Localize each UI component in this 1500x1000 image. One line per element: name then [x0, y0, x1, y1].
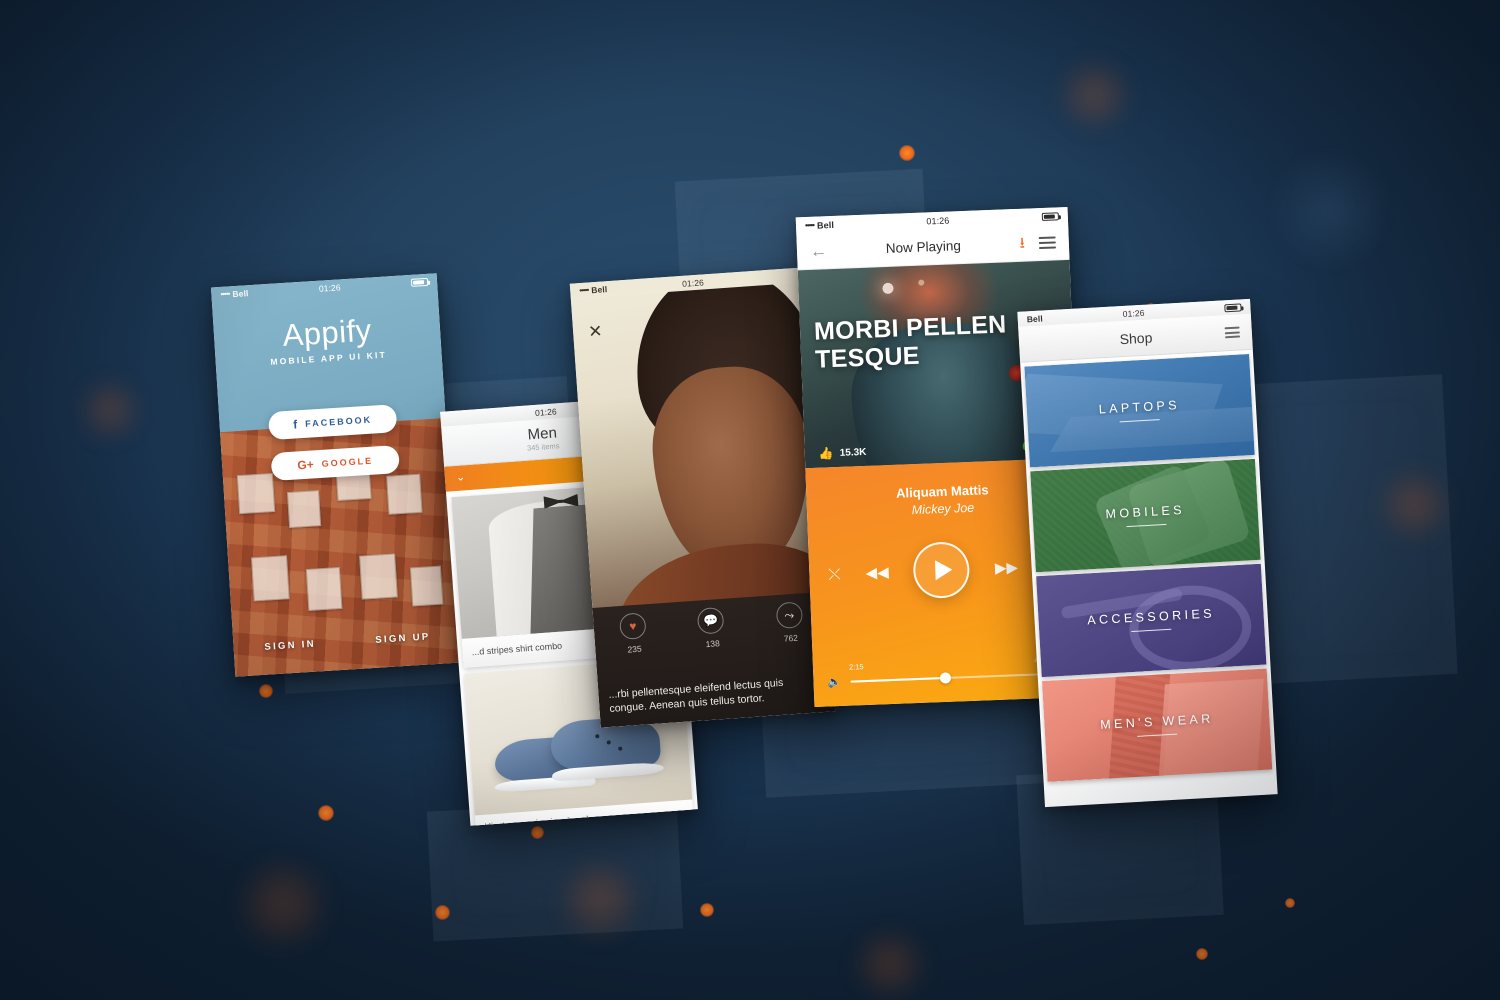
category-tile-laptops[interactable]: LAPTOPS — [1024, 354, 1255, 468]
player-nav-actions: ⭳ — [1019, 234, 1057, 252]
bokeh-glow — [238, 860, 328, 950]
google-label: GOOGLE — [321, 455, 374, 469]
bokeh-dot — [1285, 898, 1295, 908]
phone-shop-categories-screen: Bell 01:26 Shop LAPTOPS MOBILES ACCESSOR… — [1017, 298, 1278, 808]
bokeh-dot — [259, 684, 273, 698]
social-footer: ♥ 235 💬 138 ⤳ 762 ...rbi pellentesque el… — [592, 591, 836, 728]
bokeh-glow — [80, 380, 140, 440]
category-label: MOBILES — [1105, 503, 1185, 529]
back-arrow-icon[interactable]: ← — [810, 241, 828, 261]
bokeh-glow — [1270, 150, 1390, 270]
status-carrier: Bell — [1026, 313, 1043, 324]
social-login-buttons: f FACEBOOK G+ GOOGLE — [219, 401, 450, 497]
battery-icon — [410, 277, 429, 287]
google-plus-icon: G+ — [296, 457, 315, 473]
status-carrier: ••••• Bell — [805, 219, 834, 230]
stat-comments[interactable]: 💬 138 — [671, 605, 752, 651]
likes-count: 235 — [627, 643, 642, 655]
status-time: 01:26 — [318, 281, 341, 294]
category-label: LAPTOPS — [1098, 398, 1180, 424]
seek-area: 2:15 4:28 🔈 🔊 — [827, 654, 1071, 689]
thumbs-up-icon: 👍 — [818, 446, 834, 461]
post-caption: ...rbi pellentesque eleifend lectus quis… — [608, 677, 784, 716]
close-icon[interactable]: ✕ — [588, 322, 604, 342]
google-login-button[interactable]: G+ GOOGLE — [270, 445, 400, 482]
scene-canvas: ••••• Bell 01:26 Appify MOBILE APP UI KI… — [0, 0, 1500, 1000]
previous-icon[interactable]: ◀◀ — [865, 563, 889, 582]
shop-title: Shop — [1119, 328, 1153, 347]
current-time: 2:15 — [848, 662, 864, 672]
carrier-label: Bell — [816, 219, 835, 231]
player-title: Now Playing — [885, 238, 962, 256]
bokeh-glow — [1060, 60, 1130, 130]
phone-social-screen: ••••• Bell 01:26 ✕ ♥ 235 💬 138 ⤳ 762 ...… — [569, 267, 836, 728]
category-tile-mens-wear[interactable]: MEN'S WEAR — [1041, 668, 1273, 782]
next-icon[interactable]: ▶▶ — [995, 558, 1019, 577]
menu-icon[interactable] — [1038, 235, 1057, 249]
stat-likes[interactable]: ♥ 235 — [593, 610, 674, 656]
likes-stat[interactable]: 👍 15.3K — [819, 445, 867, 461]
play-button[interactable] — [912, 540, 971, 600]
status-time: 01:26 — [681, 276, 705, 289]
bokeh-dot — [1196, 948, 1208, 960]
bokeh-dot — [318, 805, 334, 821]
status-time: 01:26 — [534, 405, 558, 418]
play-icon — [935, 559, 954, 581]
share-icon: ⤳ — [775, 601, 804, 630]
bokeh-dot — [700, 903, 714, 917]
comment-icon: 💬 — [697, 606, 725, 635]
bokeh-dot — [899, 145, 915, 161]
carrier-label: Bell — [232, 287, 249, 299]
carrier-label: Bell — [590, 283, 608, 295]
bokeh-glow — [855, 930, 925, 1000]
download-icon[interactable]: ⭳ — [1019, 235, 1025, 252]
heart-icon: ♥ — [619, 612, 647, 641]
carrier-label: Bell — [1026, 312, 1043, 324]
status-time: 01:26 — [1122, 307, 1145, 319]
battery-icon — [1041, 211, 1059, 221]
status-carrier: ••••• Bell — [579, 284, 608, 296]
phone-login-screen: ••••• Bell 01:26 Appify MOBILE APP UI KI… — [210, 273, 462, 677]
signal-dots-icon: ••••• — [578, 285, 589, 296]
category-tile-accessories[interactable]: ACCESSORIES — [1036, 563, 1267, 678]
status-bar: ••••• Bell 01:26 — [211, 273, 437, 302]
chevron-down-icon[interactable]: ⌄ — [456, 471, 466, 484]
facebook-label: FACEBOOK — [304, 414, 373, 429]
glass-panel — [426, 798, 684, 942]
social-stats: ♥ 235 💬 138 ⤳ 762 — [593, 600, 830, 657]
status-carrier: ••••• Bell — [220, 288, 249, 300]
menu-icon[interactable] — [1224, 326, 1241, 339]
category-tile-mobiles[interactable]: MOBILES — [1030, 458, 1261, 573]
likes-count: 15.3K — [839, 446, 867, 459]
volume-min-icon[interactable]: 🔈 — [827, 675, 841, 689]
comments-count: 138 — [705, 638, 721, 650]
portrait-photo: ✕ — [570, 282, 829, 628]
signal-dots-icon: ••••• — [220, 289, 230, 299]
status-time: 01:26 — [926, 215, 950, 226]
facebook-icon: f — [292, 417, 298, 432]
seek-slider[interactable] — [850, 671, 1049, 684]
brand-block: Appify MOBILE APP UI KIT — [213, 310, 441, 370]
signal-dots-icon: ••••• — [804, 220, 815, 231]
battery-icon — [1224, 302, 1242, 312]
shuffle-icon[interactable]: ⤬ — [828, 565, 841, 582]
